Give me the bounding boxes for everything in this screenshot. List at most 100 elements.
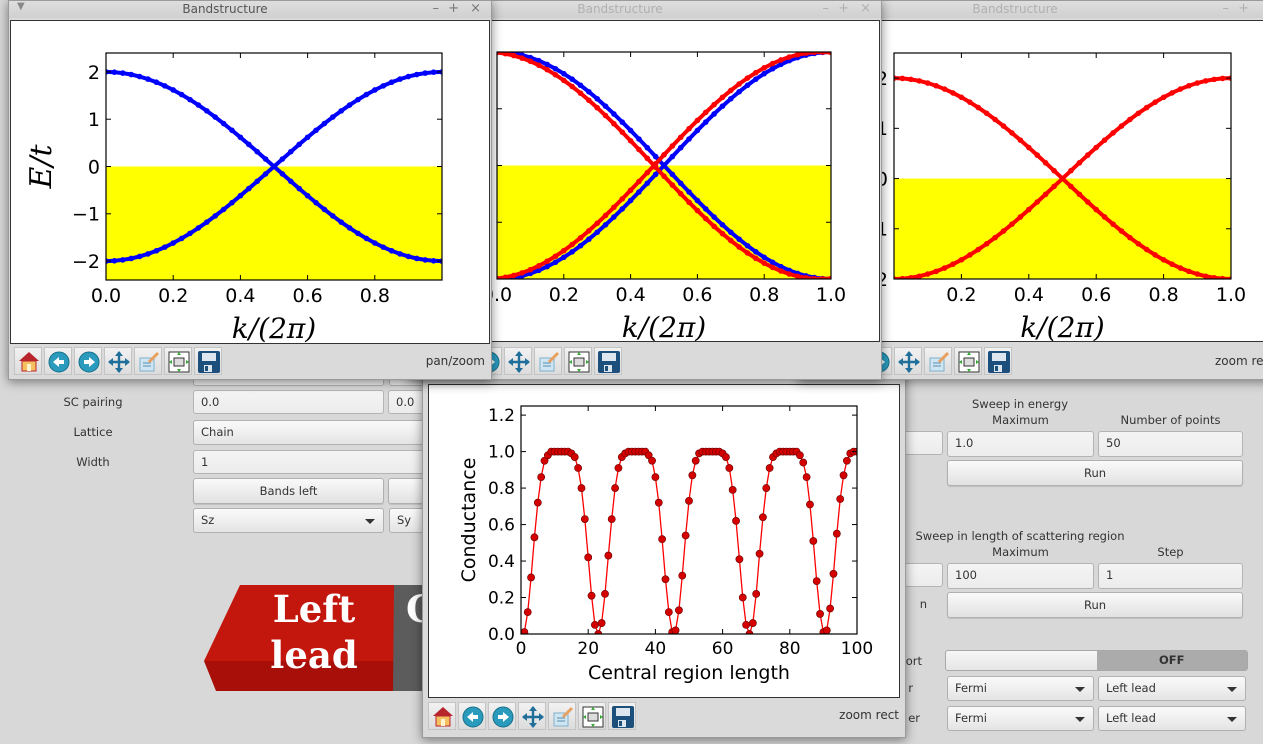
- length-max-input[interactable]: 100: [947, 563, 1094, 589]
- save-button[interactable]: [608, 702, 636, 730]
- plot-canvas[interactable]: 0.0 0.2 0.4 0.6 0.8 −2 −1 0 1 2 k/(2π) E/t: [10, 20, 490, 344]
- save-button[interactable]: [594, 347, 622, 375]
- configure-subplots-button[interactable]: [564, 347, 592, 375]
- data-point: [535, 263, 542, 269]
- spin-select-1[interactable]: Sz: [193, 508, 384, 533]
- data-point: [229, 127, 235, 134]
- home-button[interactable]: [428, 702, 456, 730]
- row1-select-1[interactable]: Fermi: [947, 676, 1094, 701]
- minimize-icon[interactable]: –: [433, 1, 440, 16]
- data-point: [958, 257, 965, 263]
- data-point: [738, 593, 747, 602]
- edit-axes-button[interactable]: [924, 347, 952, 375]
- save-button[interactable]: [984, 347, 1012, 375]
- data-point: [178, 235, 185, 242]
- row2-select-1[interactable]: Fermi: [947, 706, 1094, 731]
- save-icon: [198, 351, 220, 373]
- data-point: [769, 264, 776, 271]
- pan-button[interactable]: [894, 347, 922, 375]
- row2-select-2[interactable]: Left lead: [1098, 706, 1246, 731]
- data-point: [728, 87, 734, 94]
- forward-button[interactable]: [488, 702, 516, 730]
- toggle-switch[interactable]: OFF: [945, 650, 1248, 671]
- data-point: [397, 251, 403, 257]
- data-point: [933, 82, 939, 89]
- minimize-icon[interactable]: –: [823, 1, 830, 16]
- data-point: [414, 71, 420, 78]
- data-point: [321, 206, 328, 213]
- left-lead-banner: Left lead C: [204, 585, 435, 691]
- data-point: [752, 589, 761, 598]
- data-point: [619, 206, 626, 212]
- length-run-button[interactable]: Run: [947, 592, 1243, 618]
- data-point: [702, 215, 709, 222]
- energy-max-input[interactable]: 1.0: [947, 431, 1094, 457]
- back-button[interactable]: [44, 347, 72, 375]
- sc-pairing-label: SC pairing: [63, 395, 123, 409]
- energy-run-button[interactable]: Run: [947, 460, 1243, 486]
- data-point: [577, 235, 584, 241]
- data-point: [602, 103, 609, 109]
- data-point: [136, 253, 143, 260]
- data-point: [1093, 144, 1099, 151]
- save-button[interactable]: [194, 347, 222, 375]
- plot-canvas[interactable]: 0 20 40 60 80 100 0.0 0.2 0.4 0.6 0.8 1.0 1.2 Central…: [428, 384, 900, 698]
- data-point: [170, 87, 176, 93]
- configure-subplots-button[interactable]: [954, 347, 982, 375]
- data-point: [1101, 214, 1108, 220]
- maximize-icon[interactable]: +: [448, 1, 459, 16]
- row1-select-2[interactable]: Left lead: [1098, 676, 1246, 701]
- minimize-icon[interactable]: –: [1223, 1, 1230, 16]
- data-point: [636, 178, 642, 185]
- close-icon[interactable]: ×: [470, 1, 481, 16]
- data-point: [1118, 123, 1125, 129]
- close-icon[interactable]: ×: [860, 1, 871, 16]
- data-point: [728, 95, 734, 102]
- data-point: [1009, 130, 1015, 136]
- data-point: [1160, 257, 1167, 263]
- data-point: [584, 553, 593, 562]
- edit-axes-button[interactable]: [548, 702, 576, 730]
- forward-icon: [492, 706, 514, 728]
- sc-pairing-input-1[interactable]: 0.0: [193, 390, 384, 414]
- maximize-icon[interactable]: +: [838, 1, 849, 16]
- data-point: [1026, 206, 1032, 213]
- data-point: [187, 230, 193, 237]
- data-point: [237, 192, 244, 199]
- pan-button[interactable]: [104, 347, 132, 375]
- data-point: [120, 257, 126, 263]
- data-point: [742, 620, 751, 629]
- data-point: [580, 515, 589, 523]
- configure-subplots-button[interactable]: [164, 347, 192, 375]
- maximize-icon[interactable]: +: [1238, 1, 1249, 16]
- data-point: [611, 120, 617, 127]
- home-button[interactable]: [14, 347, 42, 375]
- bands-left-button[interactable]: Bands left: [193, 478, 384, 504]
- configure-subplots-button[interactable]: [578, 702, 606, 730]
- length-step-input[interactable]: 1: [1098, 563, 1243, 589]
- data-point: [153, 247, 160, 254]
- data-point: [753, 76, 759, 82]
- pan-button[interactable]: [518, 702, 546, 730]
- back-button[interactable]: [458, 702, 486, 730]
- data-point: [1211, 76, 1217, 83]
- edit-axes-button[interactable]: [534, 347, 562, 375]
- data-point: [983, 240, 990, 247]
- forward-button[interactable]: [74, 347, 102, 375]
- pan-icon: [508, 351, 530, 373]
- bandstructure-plot: 0.0 0.2 0.4 0.6 0.8 −2 −1 0 1 2 k/(2π) E/t: [24, 52, 443, 343]
- data-point: [346, 102, 353, 108]
- title-bar[interactable]: ▼ Bandstructure – + ×: [9, 1, 491, 18]
- data-point: [1068, 167, 1074, 174]
- x-tick-label: 1.0: [1216, 284, 1246, 306]
- energy-points-input[interactable]: 50: [1098, 431, 1243, 457]
- data-point: [355, 230, 361, 237]
- data-point: [728, 229, 734, 236]
- pan-button[interactable]: [504, 347, 532, 375]
- save-icon: [612, 706, 634, 728]
- data-point: [691, 456, 700, 465]
- data-point: [675, 606, 683, 615]
- y-tick-label: −2: [72, 251, 100, 273]
- edit-axes-button[interactable]: [134, 347, 162, 375]
- x-tick-label: 0.8: [1148, 284, 1178, 306]
